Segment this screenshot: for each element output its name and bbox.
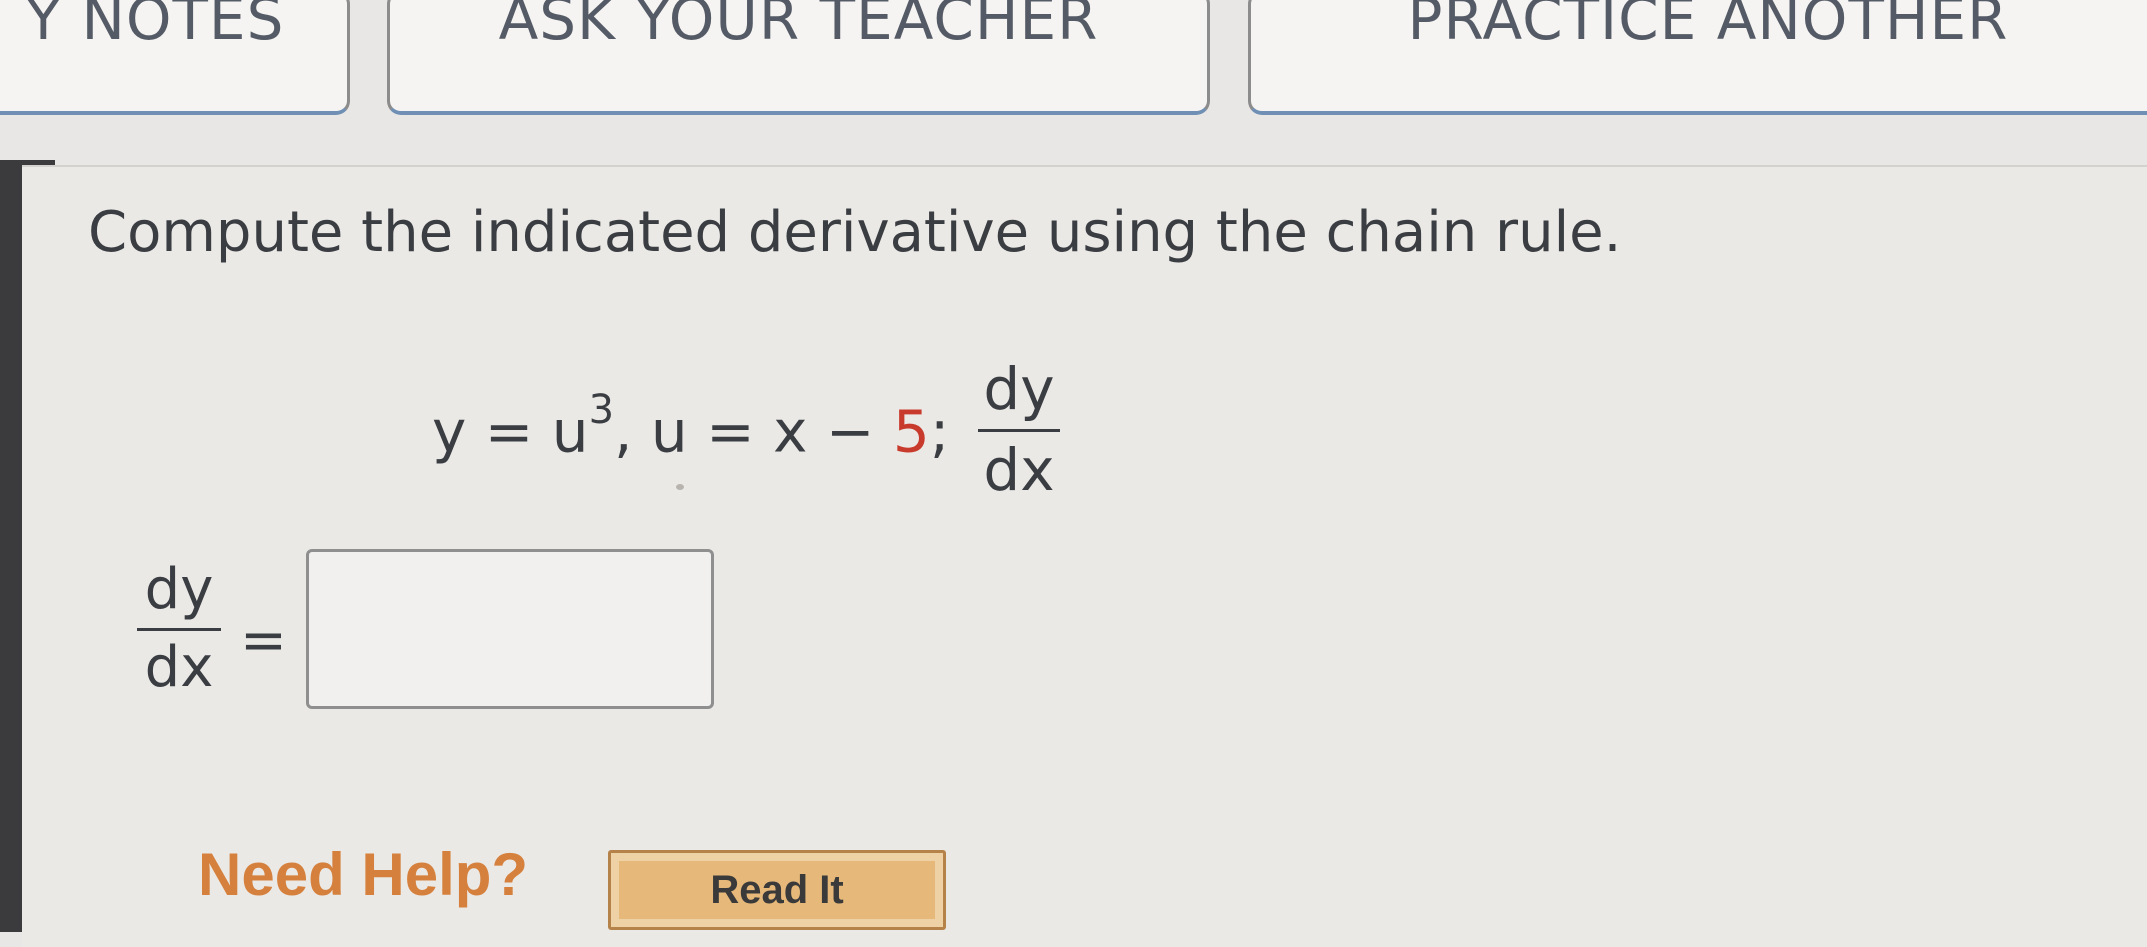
fraction-numerator: dy	[983, 355, 1055, 423]
smudge-mark	[676, 484, 684, 490]
equation-semicolon: ;	[929, 397, 950, 466]
equation: y = u3, u = x − 5;	[432, 387, 950, 466]
read-it-button[interactable]: Read It	[608, 850, 946, 930]
answer-input[interactable]	[306, 549, 714, 709]
answer-lhs-denominator: dx	[144, 635, 214, 700]
question-instruction: Compute the indicated derivative using t…	[88, 200, 1622, 265]
my-notes-button[interactable]: Y NOTES	[0, 0, 350, 115]
equation-exponent: 3	[588, 387, 615, 433]
equation-constant: 5	[892, 397, 930, 466]
answer-lhs-numerator: dy	[144, 557, 214, 622]
answer-lhs-fraction: dy dx	[137, 557, 221, 700]
equals-sign: =	[240, 608, 287, 673]
practice-another-button[interactable]: PRACTICE ANOTHER	[1248, 0, 2147, 115]
fraction-denominator: dx	[983, 436, 1055, 504]
need-help-label: Need Help?	[198, 841, 529, 908]
equation-u: , u = x −	[614, 397, 893, 466]
answer-lhs-bar	[137, 628, 221, 631]
derivative-fraction: dy dx	[978, 355, 1060, 504]
equation-y: y = u	[432, 397, 589, 466]
fraction-bar	[978, 429, 1060, 432]
ask-your-teacher-button[interactable]: ASK YOUR TEACHER	[387, 0, 1210, 115]
